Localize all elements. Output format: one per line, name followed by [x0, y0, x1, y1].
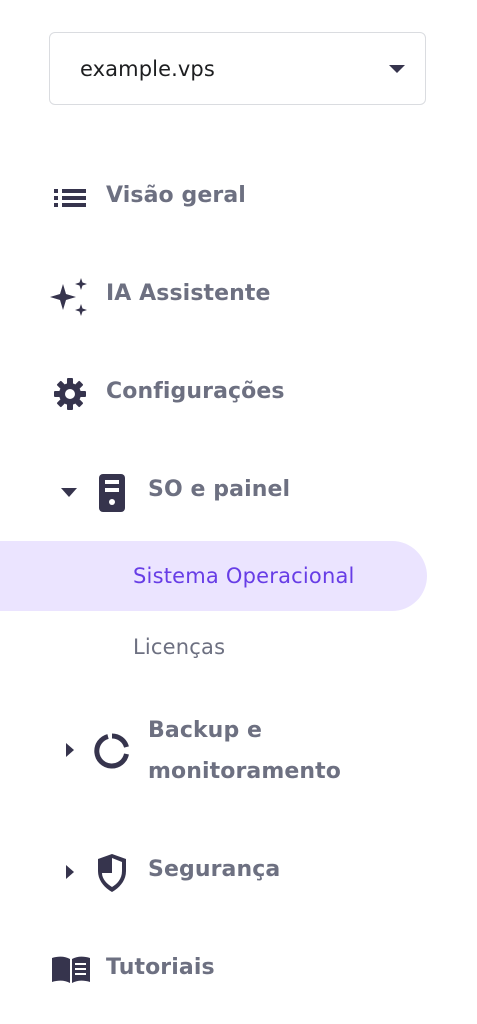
caret-down-icon: [61, 487, 77, 497]
sidebar-item-label-line1: Backup e: [148, 718, 263, 743]
sidebar-item-backup[interactable]: Backup e monitoramento: [0, 712, 477, 788]
sidebar-item-settings[interactable]: Configurações: [0, 372, 477, 416]
caret-right-icon: [66, 743, 74, 757]
sidebar-item-ai-assistant[interactable]: IA Assistente: [0, 274, 477, 318]
list-icon: [52, 184, 88, 212]
expand-toggle[interactable]: [62, 864, 78, 880]
sidebar-subitem-label: Sistema Operacional: [133, 564, 355, 588]
sidebar-item-label: Configurações: [106, 379, 285, 404]
sidebar-subitem-operating-system[interactable]: Sistema Operacional: [0, 541, 427, 611]
book-icon: [50, 954, 92, 986]
sidebar-item-os-panel[interactable]: SO e painel: [0, 470, 477, 514]
circle-progress-icon: [93, 732, 131, 770]
sidebar-item-label: SO e painel: [148, 477, 291, 502]
sidebar: example.vps Visão geral IA Assistente Co…: [0, 0, 477, 1024]
server-icon: [97, 472, 127, 514]
sidebar-item-overview[interactable]: Visão geral: [0, 176, 477, 220]
sidebar-item-tutorials[interactable]: Tutoriais: [0, 948, 477, 992]
sidebar-item-label: Segurança: [148, 857, 281, 882]
vps-selector-value: example.vps: [80, 56, 215, 81]
sidebar-subitem-licenses[interactable]: Licenças: [0, 612, 427, 682]
caret-right-icon: [66, 865, 74, 879]
expand-toggle[interactable]: [60, 484, 78, 500]
gear-icon: [52, 376, 88, 412]
sidebar-item-security[interactable]: Segurança: [0, 850, 477, 894]
shield-icon: [95, 852, 129, 894]
sidebar-item-label: IA Assistente: [106, 281, 271, 306]
expand-toggle[interactable]: [62, 742, 78, 758]
chevron-down-icon: [389, 64, 405, 73]
sparkles-icon: [48, 276, 90, 318]
sidebar-item-label-line2: monitoramento: [148, 759, 342, 784]
vps-selector[interactable]: example.vps: [49, 32, 426, 105]
sidebar-item-label: Visão geral: [106, 183, 246, 208]
sidebar-item-label: Tutoriais: [106, 955, 215, 980]
sidebar-subitem-label: Licenças: [133, 635, 226, 659]
